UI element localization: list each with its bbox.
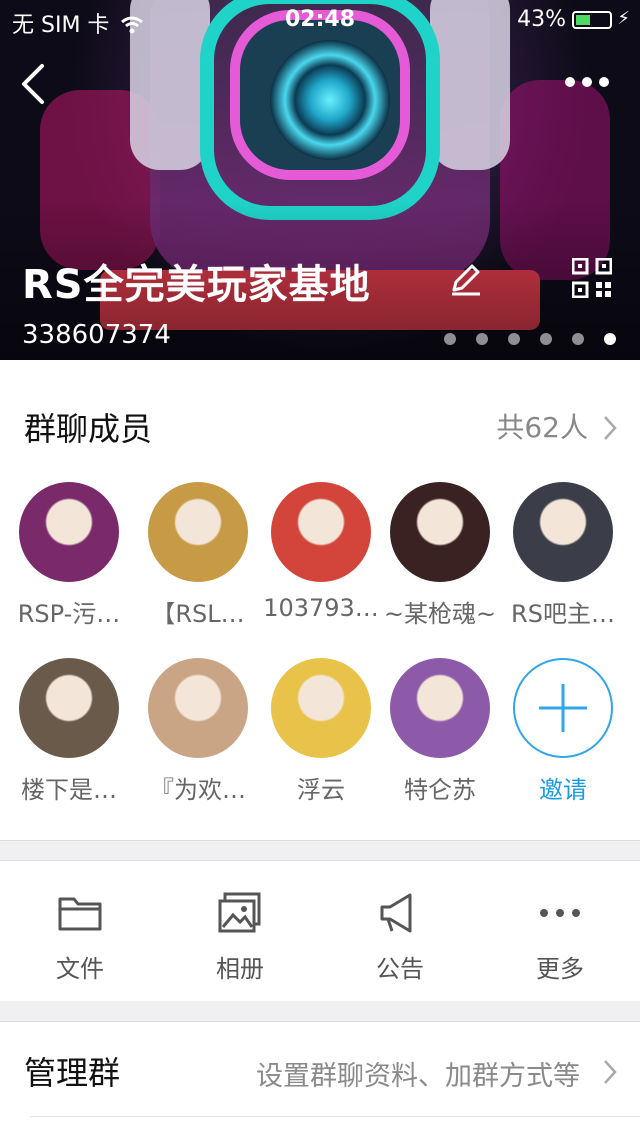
avatar[interactable] <box>19 482 119 582</box>
invite-circle[interactable] <box>513 658 613 758</box>
qr-code-icon[interactable] <box>572 258 612 298</box>
divider <box>0 840 640 861</box>
avatar[interactable] <box>148 482 248 582</box>
member-item[interactable]: 楼下是… <box>7 658 131 805</box>
folder-icon <box>58 897 102 931</box>
group-name: RS全完美玩家基地 <box>22 262 371 308</box>
banner-art <box>270 40 390 160</box>
avatar[interactable] <box>390 658 490 758</box>
invite-label: 邀请 <box>539 776 587 804</box>
member-item[interactable]: RS吧主… <box>501 482 625 629</box>
avatar[interactable] <box>19 658 119 758</box>
tool-files[interactable]: 文件 <box>0 891 160 984</box>
battery-icon <box>572 11 612 29</box>
member-name: 『为欢… <box>150 776 246 804</box>
tool-label: 文件 <box>56 955 104 983</box>
more-options-icon[interactable] <box>564 70 610 94</box>
page-dot[interactable] <box>444 333 456 345</box>
avatar[interactable] <box>271 658 371 758</box>
member-item[interactable]: ~某枪魂~ <box>378 482 502 629</box>
tool-label: 更多 <box>536 955 584 983</box>
group-tools: 文件 相册 公告 更多 <box>0 860 640 1002</box>
member-item[interactable]: 【RSL… <box>136 482 260 629</box>
manage-title: 管理群 <box>24 1054 121 1092</box>
divider <box>0 1001 640 1021</box>
member-item[interactable]: 103793… <box>259 482 383 622</box>
chevron-right-icon[interactable] <box>602 1058 618 1086</box>
member-item[interactable]: 『为欢… <box>136 658 260 805</box>
member-item[interactable]: 特仑苏 <box>378 658 502 805</box>
page-dot-active[interactable] <box>604 333 616 345</box>
member-item[interactable]: RSP-污… <box>7 482 131 629</box>
back-chevron-icon[interactable] <box>16 62 56 106</box>
tool-more[interactable]: 更多 <box>480 891 640 984</box>
chevron-right-icon[interactable] <box>602 414 618 442</box>
avatar[interactable] <box>513 482 613 582</box>
members-title: 群聊成员 <box>24 410 153 448</box>
more-dots-icon <box>540 909 580 917</box>
edit-pencil-icon[interactable] <box>448 262 484 298</box>
megaphone-icon <box>380 893 412 933</box>
avatar[interactable] <box>271 482 371 582</box>
member-name: 浮云 <box>297 776 345 804</box>
member-item[interactable]: 浮云 <box>259 658 383 805</box>
tool-label: 公告 <box>376 955 424 983</box>
member-name: 【RSL… <box>151 600 245 628</box>
tool-label: 相册 <box>216 955 264 983</box>
member-name: ~某枪魂~ <box>383 600 497 628</box>
manage-group-row[interactable]: 管理群 设置群聊资料、加群方式等 <box>0 1021 640 1137</box>
avatar[interactable] <box>148 658 248 758</box>
member-name: 特仑苏 <box>404 776 476 804</box>
member-name: 103793… <box>263 594 379 622</box>
page-dot[interactable] <box>508 333 520 345</box>
manage-description: 设置群聊资料、加群方式等 <box>256 1061 580 1092</box>
avatar[interactable] <box>390 482 490 582</box>
page-dot[interactable] <box>476 333 488 345</box>
member-count[interactable]: 共62人 <box>496 406 588 446</box>
invite-button[interactable]: 邀请 <box>501 658 625 805</box>
member-name: RS吧主… <box>511 600 615 628</box>
banner-page-dots[interactable] <box>444 330 636 350</box>
member-name: RSP-污… <box>17 600 121 628</box>
charging-bolt-icon: ⚡ <box>617 8 630 29</box>
group-id: 338607374 <box>22 320 171 350</box>
divider <box>30 1116 640 1117</box>
member-name: 楼下是… <box>21 776 117 804</box>
photo-album-icon <box>218 892 261 933</box>
page-dot[interactable] <box>540 333 552 345</box>
plus-icon <box>539 684 587 732</box>
page-dot[interactable] <box>572 333 584 345</box>
status-bar: 无 SIM 卡 02:48 43% ⚡ <box>0 0 640 40</box>
tool-announcement[interactable]: 公告 <box>320 891 480 984</box>
tool-album[interactable]: 相册 <box>160 891 320 984</box>
battery-percent: 43% <box>517 7 566 32</box>
members-section: 群聊成员 共62人 RSP-污… 【RSL… 103793… ~某枪魂~ RS吧主… 楼下… <box>0 360 640 840</box>
